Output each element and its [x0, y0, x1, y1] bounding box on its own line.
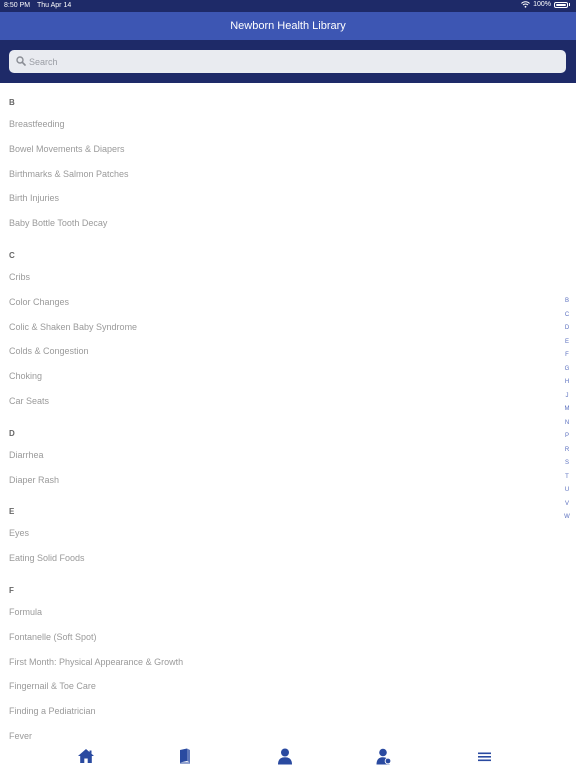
section-header-c: C: [9, 251, 15, 260]
tab-care-team[interactable]: [376, 748, 396, 766]
index-letter-p[interactable]: P: [560, 433, 574, 439]
list-item[interactable]: Birth Injuries: [9, 193, 59, 203]
index-letter-r[interactable]: R: [560, 447, 574, 453]
index-letter-h[interactable]: H: [560, 379, 574, 385]
list-item[interactable]: Choking: [9, 371, 42, 381]
section-header-f: F: [9, 586, 14, 595]
battery-icon: [554, 1, 568, 8]
list-item[interactable]: Finding a Pediatrician: [9, 706, 96, 716]
status-bar: 8:50 PM Thu Apr 14 100%: [0, 0, 576, 12]
tab-library[interactable]: [178, 748, 198, 766]
list-item[interactable]: Eyes: [9, 528, 29, 538]
index-letter-c[interactable]: C: [560, 312, 574, 318]
list-item[interactable]: Car Seats: [9, 396, 49, 406]
list-item[interactable]: First Month: Physical Appearance & Growt…: [9, 657, 183, 667]
index-letter-s[interactable]: S: [560, 460, 574, 466]
status-time: 8:50 PM: [4, 2, 31, 9]
index-letter-b[interactable]: B: [560, 298, 574, 304]
search-bar-container: [0, 40, 576, 83]
status-right: 100%: [521, 1, 570, 8]
doctor-icon: [376, 748, 392, 765]
index-letter-t[interactable]: T: [560, 474, 574, 480]
person-icon: [278, 748, 292, 765]
list-item[interactable]: Eating Solid Foods: [9, 553, 85, 563]
search-input[interactable]: [29, 50, 549, 73]
index-letter-n[interactable]: N: [560, 420, 574, 426]
tab-bar: [0, 742, 576, 768]
book-icon: [180, 748, 190, 764]
battery-tip: [569, 3, 570, 6]
home-icon: [78, 749, 94, 763]
list-item[interactable]: Color Changes: [9, 297, 69, 307]
tab-profile[interactable]: [277, 748, 297, 766]
tab-home[interactable]: [77, 748, 97, 766]
list-item[interactable]: Formula: [9, 607, 42, 617]
index-letter-d[interactable]: D: [560, 325, 574, 331]
section-header-d: D: [9, 428, 15, 438]
search-icon: [16, 56, 26, 66]
index-letter-m[interactable]: M: [560, 406, 574, 412]
index-letter-w[interactable]: W: [560, 514, 574, 520]
list-item[interactable]: Fontanelle (Soft Spot): [9, 632, 97, 642]
list-item[interactable]: Colds & Congestion: [9, 346, 89, 356]
index-letter-g[interactable]: G: [560, 366, 574, 372]
list-item[interactable]: Birthmarks & Salmon Patches: [9, 169, 129, 179]
section-header-b: B: [9, 98, 15, 107]
list-item[interactable]: Baby Bottle Tooth Decay: [9, 218, 107, 228]
list-item[interactable]: Colic & Shaken Baby Syndrome: [9, 322, 137, 332]
battery-percent: 100%: [533, 1, 551, 8]
section-header-e: E: [9, 507, 15, 517]
index-letter-v[interactable]: V: [560, 501, 574, 507]
page-title: Newborn Health Library: [230, 20, 346, 32]
search-field[interactable]: [9, 50, 566, 73]
index-letter-j[interactable]: J: [560, 393, 574, 399]
index-letter-f[interactable]: F: [560, 352, 574, 358]
list-item[interactable]: Bowel Movements & Diapers: [9, 144, 125, 154]
index-letter-e[interactable]: E: [560, 339, 574, 345]
list-item[interactable]: Fever: [9, 731, 32, 741]
list-item[interactable]: Diaper Rash: [9, 475, 59, 485]
status-date: Thu Apr 14: [37, 2, 72, 9]
wifi-icon: [521, 1, 530, 8]
list-item[interactable]: Fingernail & Toe Care: [9, 681, 96, 691]
tab-menu[interactable]: [477, 748, 497, 766]
nav-bar: Newborn Health Library: [0, 12, 576, 40]
index-letter-u[interactable]: U: [560, 487, 574, 493]
list-item[interactable]: Breastfeeding: [9, 119, 65, 129]
list-item[interactable]: Diarrhea: [9, 450, 44, 460]
list-item[interactable]: Cribs: [9, 272, 30, 282]
menu-icon: [478, 752, 491, 762]
